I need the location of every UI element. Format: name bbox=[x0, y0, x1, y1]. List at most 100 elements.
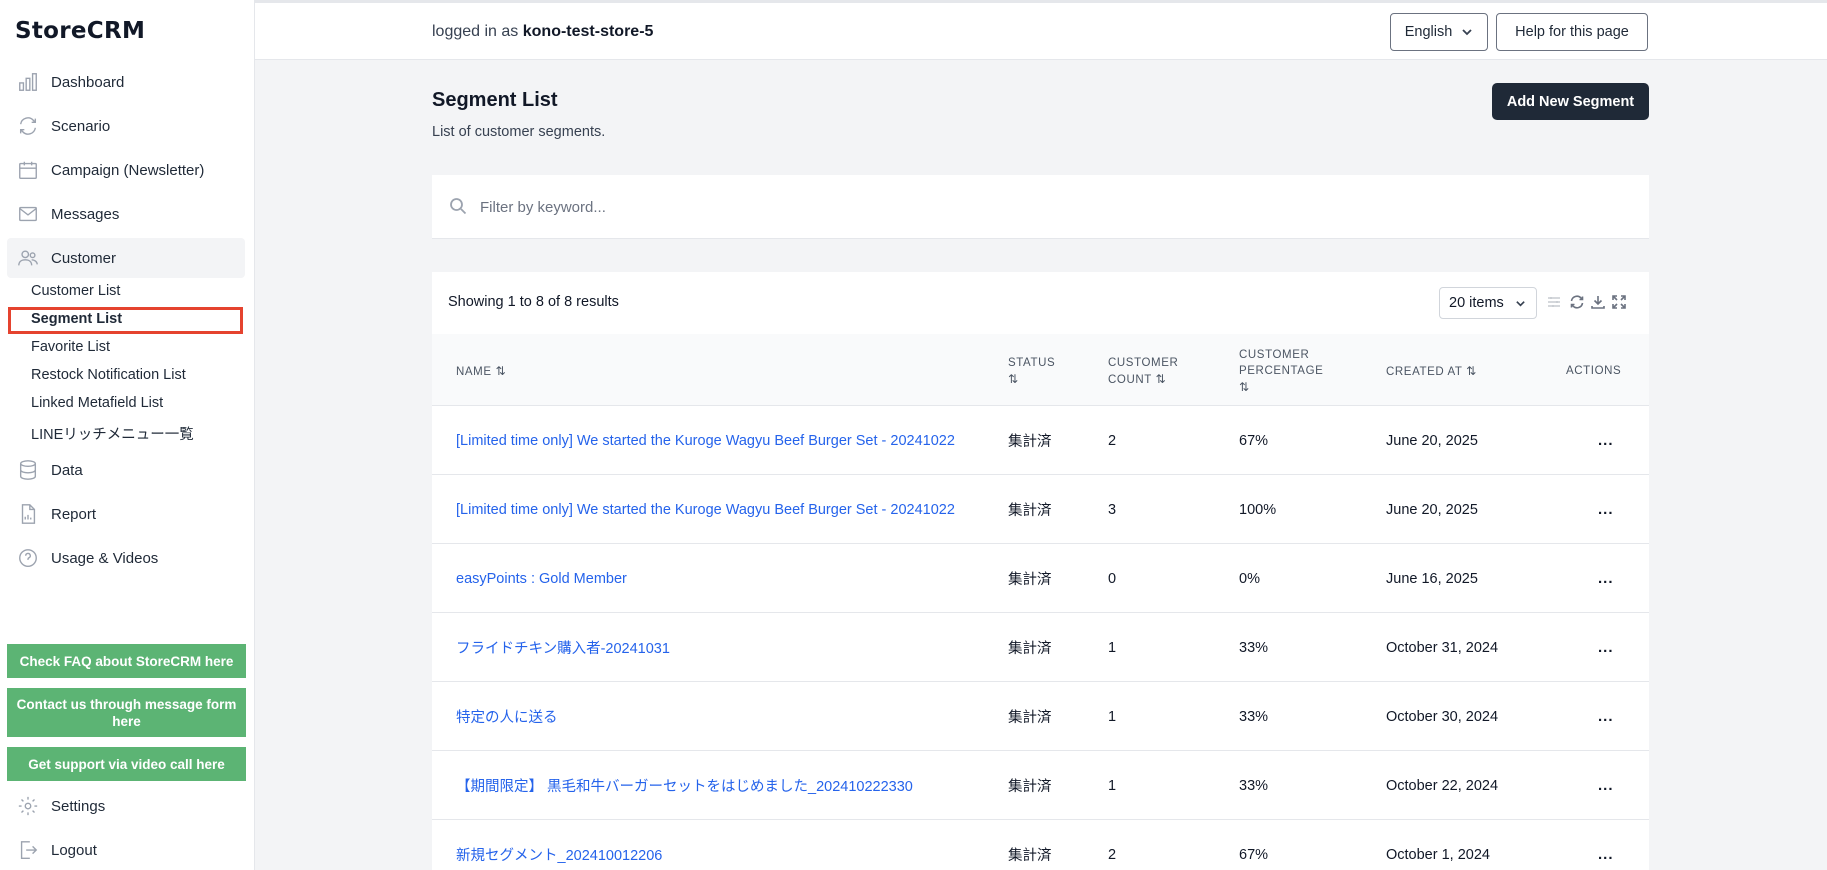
column-header-label: CUSTOMER bbox=[1108, 357, 1179, 369]
row-actions-menu[interactable]: ... bbox=[1598, 820, 1614, 870]
refresh-icon bbox=[16, 114, 40, 138]
segment-name-link[interactable]: easyPoints : Gold Member bbox=[456, 544, 627, 613]
table-row: 特定の人に送る 集計済 1 33% October 30, 2024... bbox=[432, 682, 1649, 751]
customer-count-cell: 1 bbox=[1108, 639, 1117, 656]
sort-icon[interactable]: ⇅ bbox=[1008, 371, 1055, 387]
column-header-created-at[interactable]: CREATED AT ⇅ bbox=[1386, 363, 1477, 380]
help-button[interactable]: Help for this page bbox=[1496, 13, 1648, 51]
sidebar: StoreCRM Dashboard Scenario Campaign (Ne… bbox=[0, 0, 255, 870]
sidebar-subitem-line-rich-menu[interactable]: LINEリッチメニュー一覧 bbox=[31, 423, 194, 444]
table-row: [Limited time only] We started the Kurog… bbox=[432, 475, 1649, 544]
sidebar-item-label: Logout bbox=[51, 841, 97, 859]
customer-percentage-cell: 33% bbox=[1239, 708, 1269, 725]
sidebar-item-campaign[interactable]: Campaign (Newsletter) bbox=[7, 150, 245, 190]
sidebar-subitem-metafield-list[interactable]: Linked Metafield List bbox=[31, 395, 163, 411]
faq-button[interactable]: Check FAQ about StoreCRM here bbox=[7, 644, 246, 678]
sidebar-item-dashboard[interactable]: Dashboard bbox=[7, 62, 245, 102]
status-cell: 集計済 bbox=[1008, 641, 1052, 657]
sidebar-item-label: Scenario bbox=[51, 117, 111, 135]
sidebar-item-label: Usage & Videos bbox=[51, 549, 159, 567]
video-call-support-button[interactable]: Get support via video call here bbox=[7, 747, 246, 781]
row-actions-menu[interactable]: ... bbox=[1598, 544, 1614, 613]
sidebar-item-settings[interactable]: Settings bbox=[7, 786, 245, 826]
sidebar-subitem-customer-list[interactable]: Customer List bbox=[31, 283, 120, 299]
segment-name-link[interactable]: 【期間限定】 黒毛和牛バーガーセットをはじめました_202410222330 bbox=[456, 751, 913, 820]
sort-icon[interactable]: ⇅ bbox=[1239, 379, 1323, 395]
column-header-name[interactable]: NAME ⇅ bbox=[456, 363, 506, 380]
table-row: フライドチキン購入者-20241031 集計済 1 33% October 31, 20… bbox=[432, 613, 1649, 682]
row-actions-menu[interactable]: ... bbox=[1598, 682, 1614, 751]
segment-name-link[interactable]: フライドチキン購入者-20241031 bbox=[456, 613, 670, 682]
status-cell: 集計済 bbox=[1008, 434, 1052, 450]
created-at-cell: October 22, 2024 bbox=[1386, 777, 1499, 794]
table-row: [Limited time only] We started the Kurog… bbox=[432, 406, 1649, 475]
language-label: English bbox=[1404, 24, 1453, 40]
sort-icon[interactable]: ⇅ bbox=[495, 364, 506, 378]
sort-icon[interactable]: ⇅ bbox=[1155, 372, 1166, 386]
sidebar-item-usage-videos[interactable]: Usage & Videos bbox=[7, 538, 245, 578]
sidebar-item-logout[interactable]: Logout bbox=[7, 830, 245, 870]
segment-table-card: Showing 1 to 8 of 8 results 20 items NAM… bbox=[432, 272, 1649, 870]
users-icon bbox=[16, 246, 40, 270]
customer-count-cell: 1 bbox=[1108, 777, 1117, 794]
sidebar-item-messages[interactable]: Messages bbox=[7, 194, 245, 234]
column-header-label: PERCENTAGE bbox=[1239, 365, 1324, 377]
created-at-cell: June 20, 2025 bbox=[1386, 501, 1478, 518]
column-header-label: CUSTOMER bbox=[1239, 349, 1310, 361]
sidebar-item-scenario[interactable]: Scenario bbox=[7, 106, 245, 146]
sidebar-item-label: Customer bbox=[51, 249, 117, 267]
row-actions-menu[interactable]: ... bbox=[1598, 613, 1614, 682]
download-icon[interactable] bbox=[1590, 294, 1606, 310]
status-cell: 集計済 bbox=[1008, 503, 1052, 519]
add-new-segment-button[interactable]: Add New Segment bbox=[1492, 83, 1649, 120]
filter-bar bbox=[432, 175, 1649, 239]
app-logo: StoreCRM bbox=[15, 18, 146, 44]
segment-name-link[interactable]: [Limited time only] We started the Kurog… bbox=[456, 406, 955, 475]
column-header-status[interactable]: STATUS ⇅ bbox=[1008, 355, 1055, 387]
column-header-customer-percentage[interactable]: CUSTOMER PERCENTAGE ⇅ bbox=[1239, 347, 1323, 395]
language-select[interactable]: English bbox=[1390, 13, 1488, 51]
row-actions-menu[interactable]: ... bbox=[1598, 406, 1614, 475]
customer-count-cell: 2 bbox=[1108, 846, 1117, 863]
row-actions-menu[interactable]: ... bbox=[1598, 751, 1614, 820]
table-row: easyPoints : Gold Member 集計済 0 0% June 16, 2… bbox=[432, 544, 1649, 613]
row-actions-menu[interactable]: ... bbox=[1598, 475, 1614, 544]
customer-percentage-cell: 33% bbox=[1239, 777, 1269, 794]
created-at-cell: October 30, 2024 bbox=[1386, 708, 1499, 725]
fullscreen-icon[interactable] bbox=[1611, 294, 1627, 310]
sidebar-item-report[interactable]: Report bbox=[7, 494, 245, 534]
sidebar-item-customer[interactable]: Customer bbox=[7, 238, 245, 278]
page-title: Segment List bbox=[432, 89, 558, 111]
segment-name-link[interactable]: 新規セグメント_202410012206 bbox=[456, 820, 662, 870]
table-header: NAME ⇅ STATUS ⇅ CUSTOMER COUNT ⇅ CUSTOME… bbox=[432, 334, 1649, 406]
logged-in-status: logged in as kono-test-store-5 bbox=[432, 23, 653, 41]
refresh-icon[interactable] bbox=[1569, 294, 1585, 310]
document-chart-icon bbox=[16, 502, 40, 526]
created-at-cell: June 16, 2025 bbox=[1386, 570, 1478, 587]
sidebar-subitem-restock-list[interactable]: Restock Notification List bbox=[31, 367, 186, 383]
contact-form-button[interactable]: Contact us through message form here bbox=[7, 688, 246, 737]
segment-name-link[interactable]: 特定の人に送る bbox=[456, 682, 558, 751]
sidebar-subitem-segment-list[interactable]: Segment List bbox=[31, 311, 122, 327]
store-name: kono-test-store-5 bbox=[522, 23, 654, 40]
column-settings-icon[interactable] bbox=[1546, 294, 1562, 310]
column-header-label: STATUS bbox=[1008, 357, 1056, 369]
table-row: 【期間限定】 黒毛和牛バーガーセットをはじめました_202410222330 集計… bbox=[432, 751, 1649, 820]
gear-icon bbox=[16, 794, 40, 818]
segment-name-link[interactable]: [Limited time only] We started the Kurog… bbox=[456, 475, 955, 544]
sidebar-item-data[interactable]: Data bbox=[7, 450, 245, 490]
filter-keyword-input[interactable] bbox=[480, 193, 1630, 221]
database-icon bbox=[16, 458, 40, 482]
sidebar-subitem-favorite-list[interactable]: Favorite List bbox=[31, 339, 110, 355]
items-per-page-select[interactable]: 20 items bbox=[1439, 287, 1537, 319]
search-icon bbox=[450, 198, 467, 215]
column-header-customer-count[interactable]: CUSTOMER COUNT ⇅ bbox=[1108, 355, 1178, 388]
sort-icon[interactable]: ⇅ bbox=[1466, 364, 1477, 378]
page-subtitle: List of customer segments. bbox=[432, 124, 606, 140]
customer-count-cell: 2 bbox=[1108, 432, 1117, 449]
column-header-label: NAME bbox=[456, 366, 492, 378]
customer-percentage-cell: 67% bbox=[1239, 432, 1269, 449]
status-cell: 集計済 bbox=[1008, 779, 1052, 795]
sidebar-item-label: Report bbox=[51, 505, 97, 523]
customer-count-cell: 3 bbox=[1108, 501, 1117, 518]
